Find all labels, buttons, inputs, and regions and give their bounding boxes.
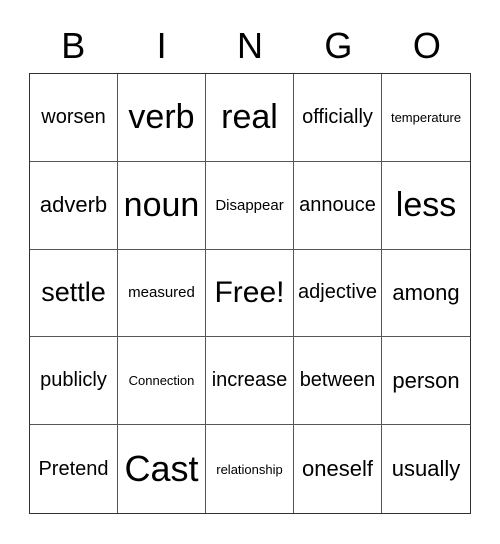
bingo-cell[interactable]: between [294, 337, 382, 426]
bingo-cell[interactable]: publicly [30, 337, 118, 426]
header-letter-n: N [237, 25, 264, 66]
bingo-cell[interactable]: Cast [118, 425, 206, 513]
bingo-cell[interactable]: measured [118, 249, 206, 338]
bingo-cell[interactable]: noun [118, 161, 206, 250]
bingo-cell[interactable]: Connection [118, 337, 206, 426]
bingo-cell[interactable]: oneself [294, 425, 382, 513]
bingo-cell[interactable]: Disappear [206, 161, 294, 250]
bingo-cell[interactable]: less [382, 162, 470, 250]
free-space-cell[interactable]: Free! [206, 249, 294, 338]
bingo-cell[interactable]: verb [118, 74, 206, 162]
bingo-cell[interactable]: relationship [206, 425, 294, 513]
bingo-cell[interactable]: settle [30, 249, 118, 338]
bingo-cell[interactable]: real [206, 74, 294, 162]
bingo-cell[interactable]: Pretend [30, 425, 118, 513]
bingo-cell[interactable]: annouce [294, 161, 382, 250]
header-letter-b: B [61, 25, 86, 66]
bingo-header: B I N G O [29, 24, 471, 68]
bingo-cell[interactable]: person [382, 337, 470, 426]
bingo-cell[interactable]: worsen [30, 74, 118, 162]
bingo-cell[interactable]: adjective [294, 249, 382, 338]
header-letter-o: O [412, 25, 441, 66]
bingo-cell[interactable]: officially [294, 74, 382, 162]
bingo-grid: worsen verb real officially temperature … [29, 73, 471, 514]
header-letter-g: G [324, 25, 353, 66]
header-letter-i: I [156, 25, 167, 66]
bingo-cell[interactable]: usually [382, 425, 470, 513]
bingo-cell[interactable]: temperature [382, 74, 470, 162]
bingo-cell[interactable]: increase [206, 337, 294, 426]
bingo-cell[interactable]: among [382, 250, 470, 338]
bingo-cell[interactable]: adverb [30, 161, 118, 250]
